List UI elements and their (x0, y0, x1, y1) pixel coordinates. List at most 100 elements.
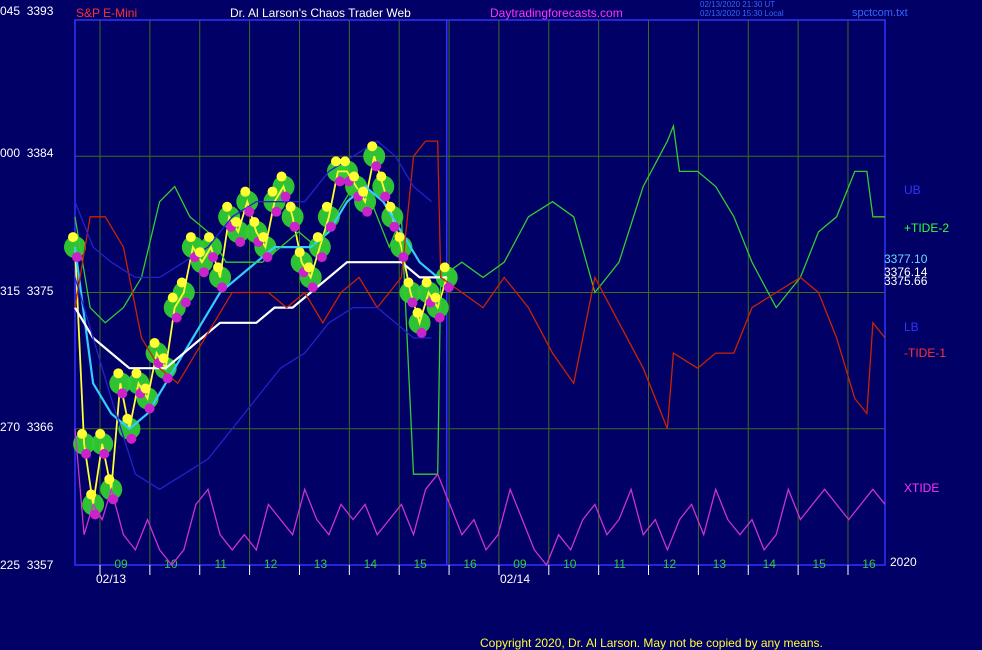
date-label-1: 02/13 (96, 572, 127, 586)
series-ema-slow (74, 261, 447, 370)
timestamp-ut: 02/13/2020 21:30 UT (700, 0, 776, 9)
price-high-dot-23 (276, 171, 287, 182)
price-high-dot-22 (267, 186, 278, 197)
price-high-dot-26 (303, 262, 314, 273)
price-high-dot-19 (240, 186, 251, 197)
x-tick-15: 16 (862, 557, 876, 571)
label-ub: UB (904, 183, 921, 197)
price-high-dot-18 (231, 216, 242, 227)
price-high-dot-34 (376, 171, 387, 182)
price-low-dot-12 (180, 297, 191, 308)
price-high-dot-41 (439, 262, 450, 273)
price-high-dot-5 (113, 368, 124, 379)
data-file: spctcom.txt (852, 7, 908, 19)
price-high-dot-7 (131, 368, 142, 379)
price-high-dot-16 (213, 262, 224, 273)
price-low-dot-6 (126, 433, 137, 444)
price-high-dot-32 (358, 186, 369, 197)
price-high-dot-28 (321, 201, 332, 212)
price-high-dot-12 (176, 277, 187, 288)
label-v1: 3377.10 (884, 252, 928, 266)
price-high-dot-37 (403, 277, 414, 288)
price-high-dot-10 (158, 353, 169, 364)
copyright: Copyright 2020, Dr. Al Larson. May not b… (480, 636, 823, 650)
price-low-dot-0 (72, 252, 82, 263)
price-high-dot-24 (285, 201, 296, 212)
x-tick-4: 13 (314, 557, 328, 571)
x-tick-12: 13 (713, 557, 727, 571)
price-low-dot-32 (362, 206, 373, 217)
price-high-dot-40 (430, 292, 441, 303)
price-low-dot-4 (108, 494, 119, 505)
chart-canvas: 09 10 11 12 13 14 15 16 09 10 11 12 13 14 15 16 (64, 19, 886, 575)
price-high-dot-39 (421, 277, 432, 288)
price-high-dot-33 (367, 141, 378, 152)
y-left-5: 225 3357 (0, 558, 54, 572)
price-high-dot-3 (95, 428, 106, 439)
timestamp-local: 02/13/2020 15:30 Local (700, 9, 784, 18)
instrument-title: S&P E-Mini (76, 6, 138, 20)
price-low-dot-16 (217, 282, 228, 293)
price-low-dot-18 (235, 236, 246, 247)
x-tick-10: 11 (613, 557, 626, 571)
price-low-dot-5 (117, 388, 128, 399)
price-high-dot-25 (294, 247, 305, 258)
price-high-dot-29 (330, 156, 341, 167)
x-tick-2: 11 (214, 557, 227, 571)
price-high-dot-11 (167, 292, 178, 303)
price-high-dot-38 (412, 307, 423, 318)
price-low-dot-23 (280, 191, 291, 202)
y-left-3: 315 3375 (0, 284, 54, 298)
price-high-dot-35 (385, 201, 396, 212)
price-high-dot-17 (222, 201, 233, 212)
y-left-top: 045 3393 (0, 4, 54, 18)
x-tick-11: 12 (663, 557, 677, 571)
price-high-dot-14 (194, 247, 205, 258)
y-left-4: 270 3366 (0, 420, 54, 434)
price-low-dot-35 (389, 221, 400, 232)
y-left-2: 000 3384 (0, 146, 54, 160)
price-high-dot-15 (204, 232, 215, 243)
price-low-dot-10 (162, 373, 173, 384)
price-low-dot-2 (90, 509, 101, 520)
price-low-dot-24 (289, 221, 300, 232)
price-low-dot-29 (334, 176, 345, 187)
site-link[interactable]: Daytradingforecasts.com (490, 6, 623, 20)
price-low-dot-34 (380, 191, 391, 202)
price-high-dot-27 (312, 232, 323, 243)
price-high-dot-36 (394, 232, 405, 243)
price-low-dot-14 (198, 267, 209, 278)
price-low-dot-15 (208, 252, 219, 263)
price-high-dot-20 (249, 216, 260, 227)
price-high-dot-21 (258, 232, 269, 243)
label-xtide: XTIDE (904, 481, 940, 495)
price-high-dot-6 (122, 413, 133, 424)
price-low-dot-27 (316, 252, 327, 263)
price-low-dot-19 (244, 206, 255, 217)
series-xtide (74, 428, 886, 567)
price-low-dot-11 (171, 312, 182, 323)
label-v3: 3375.66 (884, 274, 928, 288)
x-tick-0: 09 (114, 557, 128, 571)
price-high-dot-0 (68, 232, 78, 243)
price-low-dot-21 (262, 252, 273, 263)
price-high-dot-1 (77, 428, 88, 439)
price-low-dot-40 (434, 312, 445, 323)
price-low-dot-37 (407, 297, 418, 308)
price-low-dot-36 (398, 252, 409, 263)
label-year: 2020 (890, 555, 917, 569)
price-high-dot-2 (86, 489, 97, 500)
label-tide1: -TIDE-1 (904, 346, 946, 360)
price-low-dot-38 (416, 327, 427, 338)
x-tick-13: 14 (763, 557, 777, 571)
price-low-dot-41 (443, 282, 454, 293)
price-high-dot-30 (340, 156, 351, 167)
price-low-dot-26 (307, 282, 318, 293)
price-high-dot-9 (149, 338, 160, 349)
price-low-dot-3 (99, 448, 110, 459)
date-label-2: 02/14 (500, 572, 531, 586)
x-tick-5: 14 (364, 557, 378, 571)
price-low-dot-1 (81, 448, 92, 459)
x-tick-9: 10 (563, 557, 577, 571)
x-tick-14: 15 (812, 557, 826, 571)
